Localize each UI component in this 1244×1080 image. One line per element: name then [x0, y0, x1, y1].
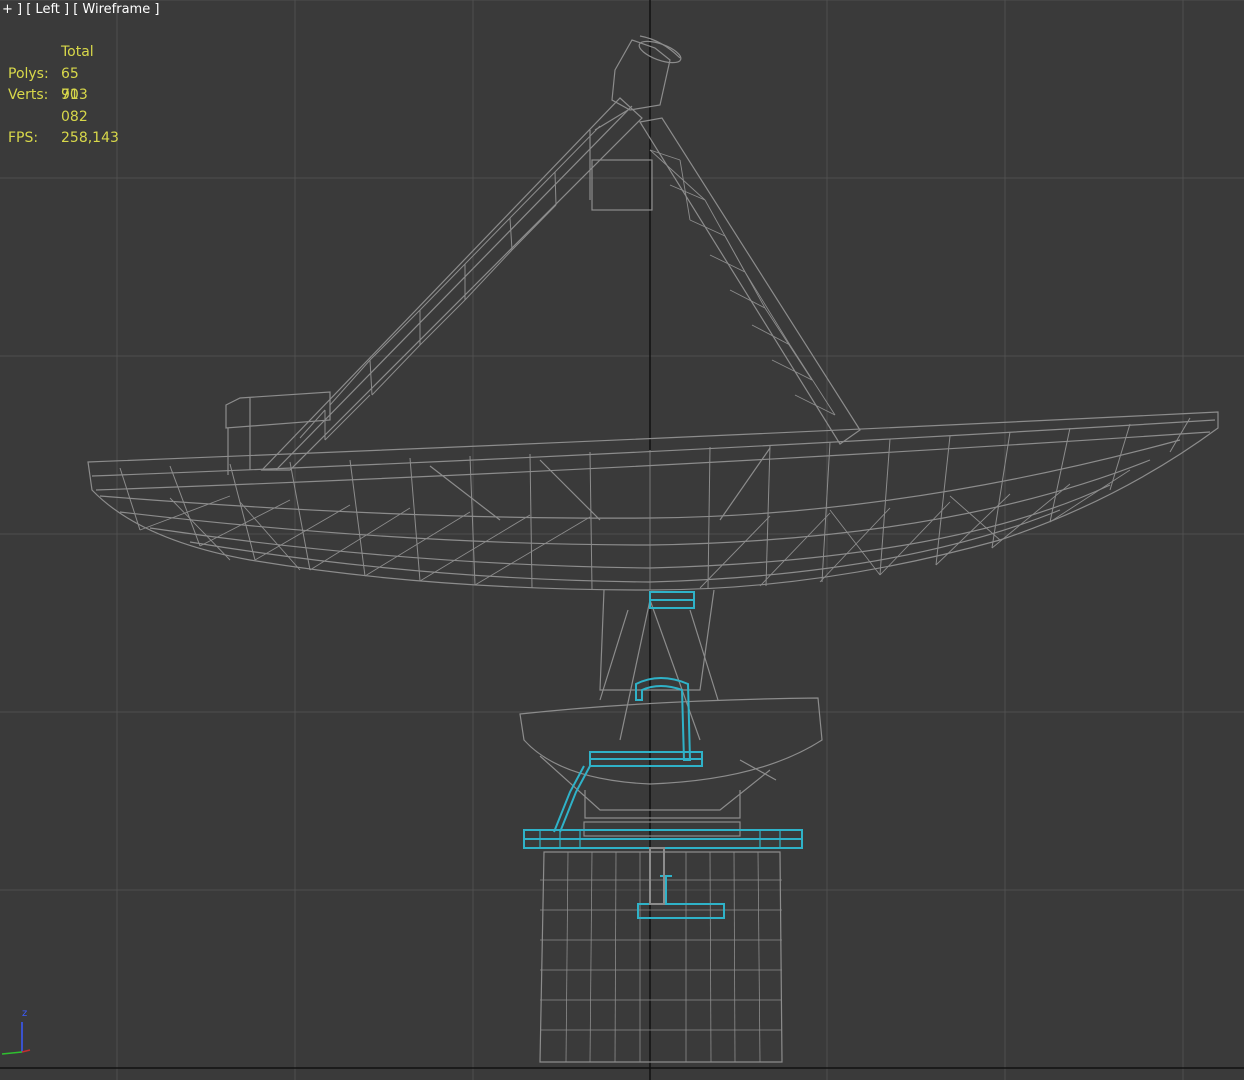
viewport-canvas[interactable]	[0, 0, 1244, 1080]
verts-label: Verts:	[8, 87, 49, 103]
world-axis-lines	[0, 0, 1244, 1080]
antenna-wireframe-model[interactable]	[87, 35, 1219, 1063]
viewport-label-menu[interactable]: + ] [ Left ] [ Wireframe ]	[2, 2, 159, 17]
viewport-grid	[0, 0, 1244, 1080]
fps-label: FPS:	[8, 129, 39, 146]
fps-value: 258,143	[61, 129, 119, 146]
stats-header: Total	[61, 44, 94, 60]
viewport-left-wireframe[interactable]: + ] [ Left ] [ Wireframe ] Total Polys: …	[0, 0, 1244, 1080]
axis-tripod-icon: z	[1, 1008, 31, 1055]
verts-value: 70 082	[61, 87, 88, 125]
axis-z-label: z	[22, 1008, 27, 1019]
polys-label: Polys:	[8, 65, 49, 82]
